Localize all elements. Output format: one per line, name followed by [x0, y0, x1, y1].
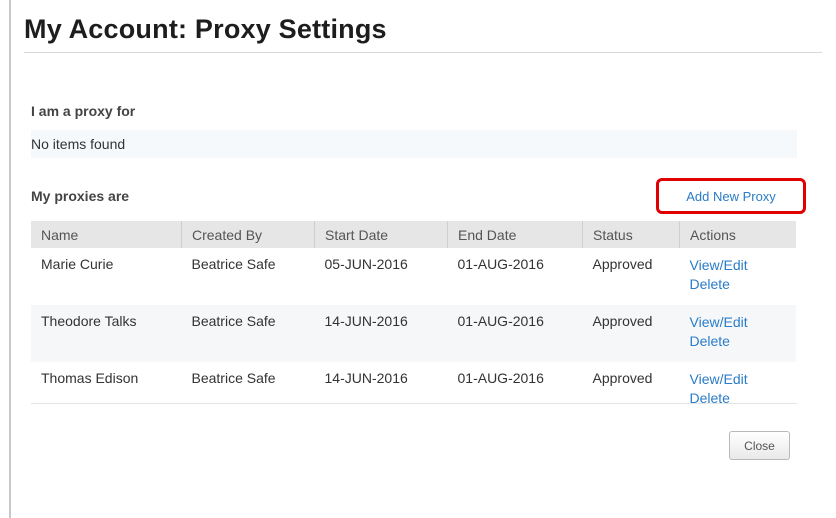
delete-link[interactable]: Delete [690, 332, 797, 351]
section-divider [31, 403, 797, 404]
add-new-proxy-link[interactable]: Add New Proxy [686, 189, 776, 204]
cell-start-date: 05-JUN-2016 [324, 256, 408, 272]
table-row: Thomas Edison Beatrice Safe 14-JUN-2016 … [31, 362, 796, 419]
header-actions: Actions [679, 221, 796, 248]
cell-end-date: 01-AUG-2016 [457, 370, 544, 386]
title-divider [24, 52, 822, 53]
table-row: Marie Curie Beatrice Safe 05-JUN-2016 01… [31, 248, 796, 305]
cell-created-by: Beatrice Safe [181, 305, 315, 362]
view-edit-link[interactable]: View/Edit [690, 313, 797, 332]
cell-status: Approved [592, 256, 653, 272]
cell-start-date: 14-JUN-2016 [314, 305, 448, 362]
proxy-for-label: I am a proxy for [31, 103, 136, 119]
header-end-date: End Date [447, 221, 583, 248]
view-edit-link[interactable]: View/Edit [690, 370, 797, 389]
cell-name: Theodore Talks [31, 305, 182, 362]
delete-link[interactable]: Delete [690, 389, 797, 408]
proxies-table: Name Created By Start Date End Date Stat… [31, 221, 796, 419]
cell-actions: View/Edit Delete [680, 362, 797, 419]
cell-start-date: 14-JUN-2016 [324, 370, 408, 386]
close-button[interactable]: Close [729, 431, 790, 460]
cell-created-by: Beatrice Safe [191, 370, 276, 386]
header-status: Status [582, 221, 680, 248]
delete-link[interactable]: Delete [690, 275, 797, 294]
header-created-by: Created By [181, 221, 315, 248]
cell-end-date: 01-AUG-2016 [447, 305, 583, 362]
my-proxies-label: My proxies are [31, 188, 130, 204]
left-border [9, 0, 11, 518]
cell-actions: View/Edit Delete [680, 248, 797, 305]
cell-name: Marie Curie [41, 256, 114, 272]
table-header-row: Name Created By Start Date End Date Stat… [31, 221, 796, 248]
proxy-for-empty-message: No items found [31, 130, 797, 158]
header-start-date: Start Date [314, 221, 448, 248]
add-proxy-highlight: Add New Proxy [656, 178, 806, 214]
header-name: Name [31, 221, 182, 248]
cell-status: Approved [592, 370, 653, 386]
cell-actions: View/Edit Delete [679, 305, 797, 362]
page-title: My Account: Proxy Settings [24, 14, 387, 44]
cell-end-date: 01-AUG-2016 [457, 256, 544, 272]
cell-created-by: Beatrice Safe [191, 256, 276, 272]
table-row: Theodore Talks Beatrice Safe 14-JUN-2016… [31, 305, 796, 362]
cell-name: Thomas Edison [41, 370, 139, 386]
cell-status: Approved [582, 305, 680, 362]
view-edit-link[interactable]: View/Edit [690, 256, 797, 275]
